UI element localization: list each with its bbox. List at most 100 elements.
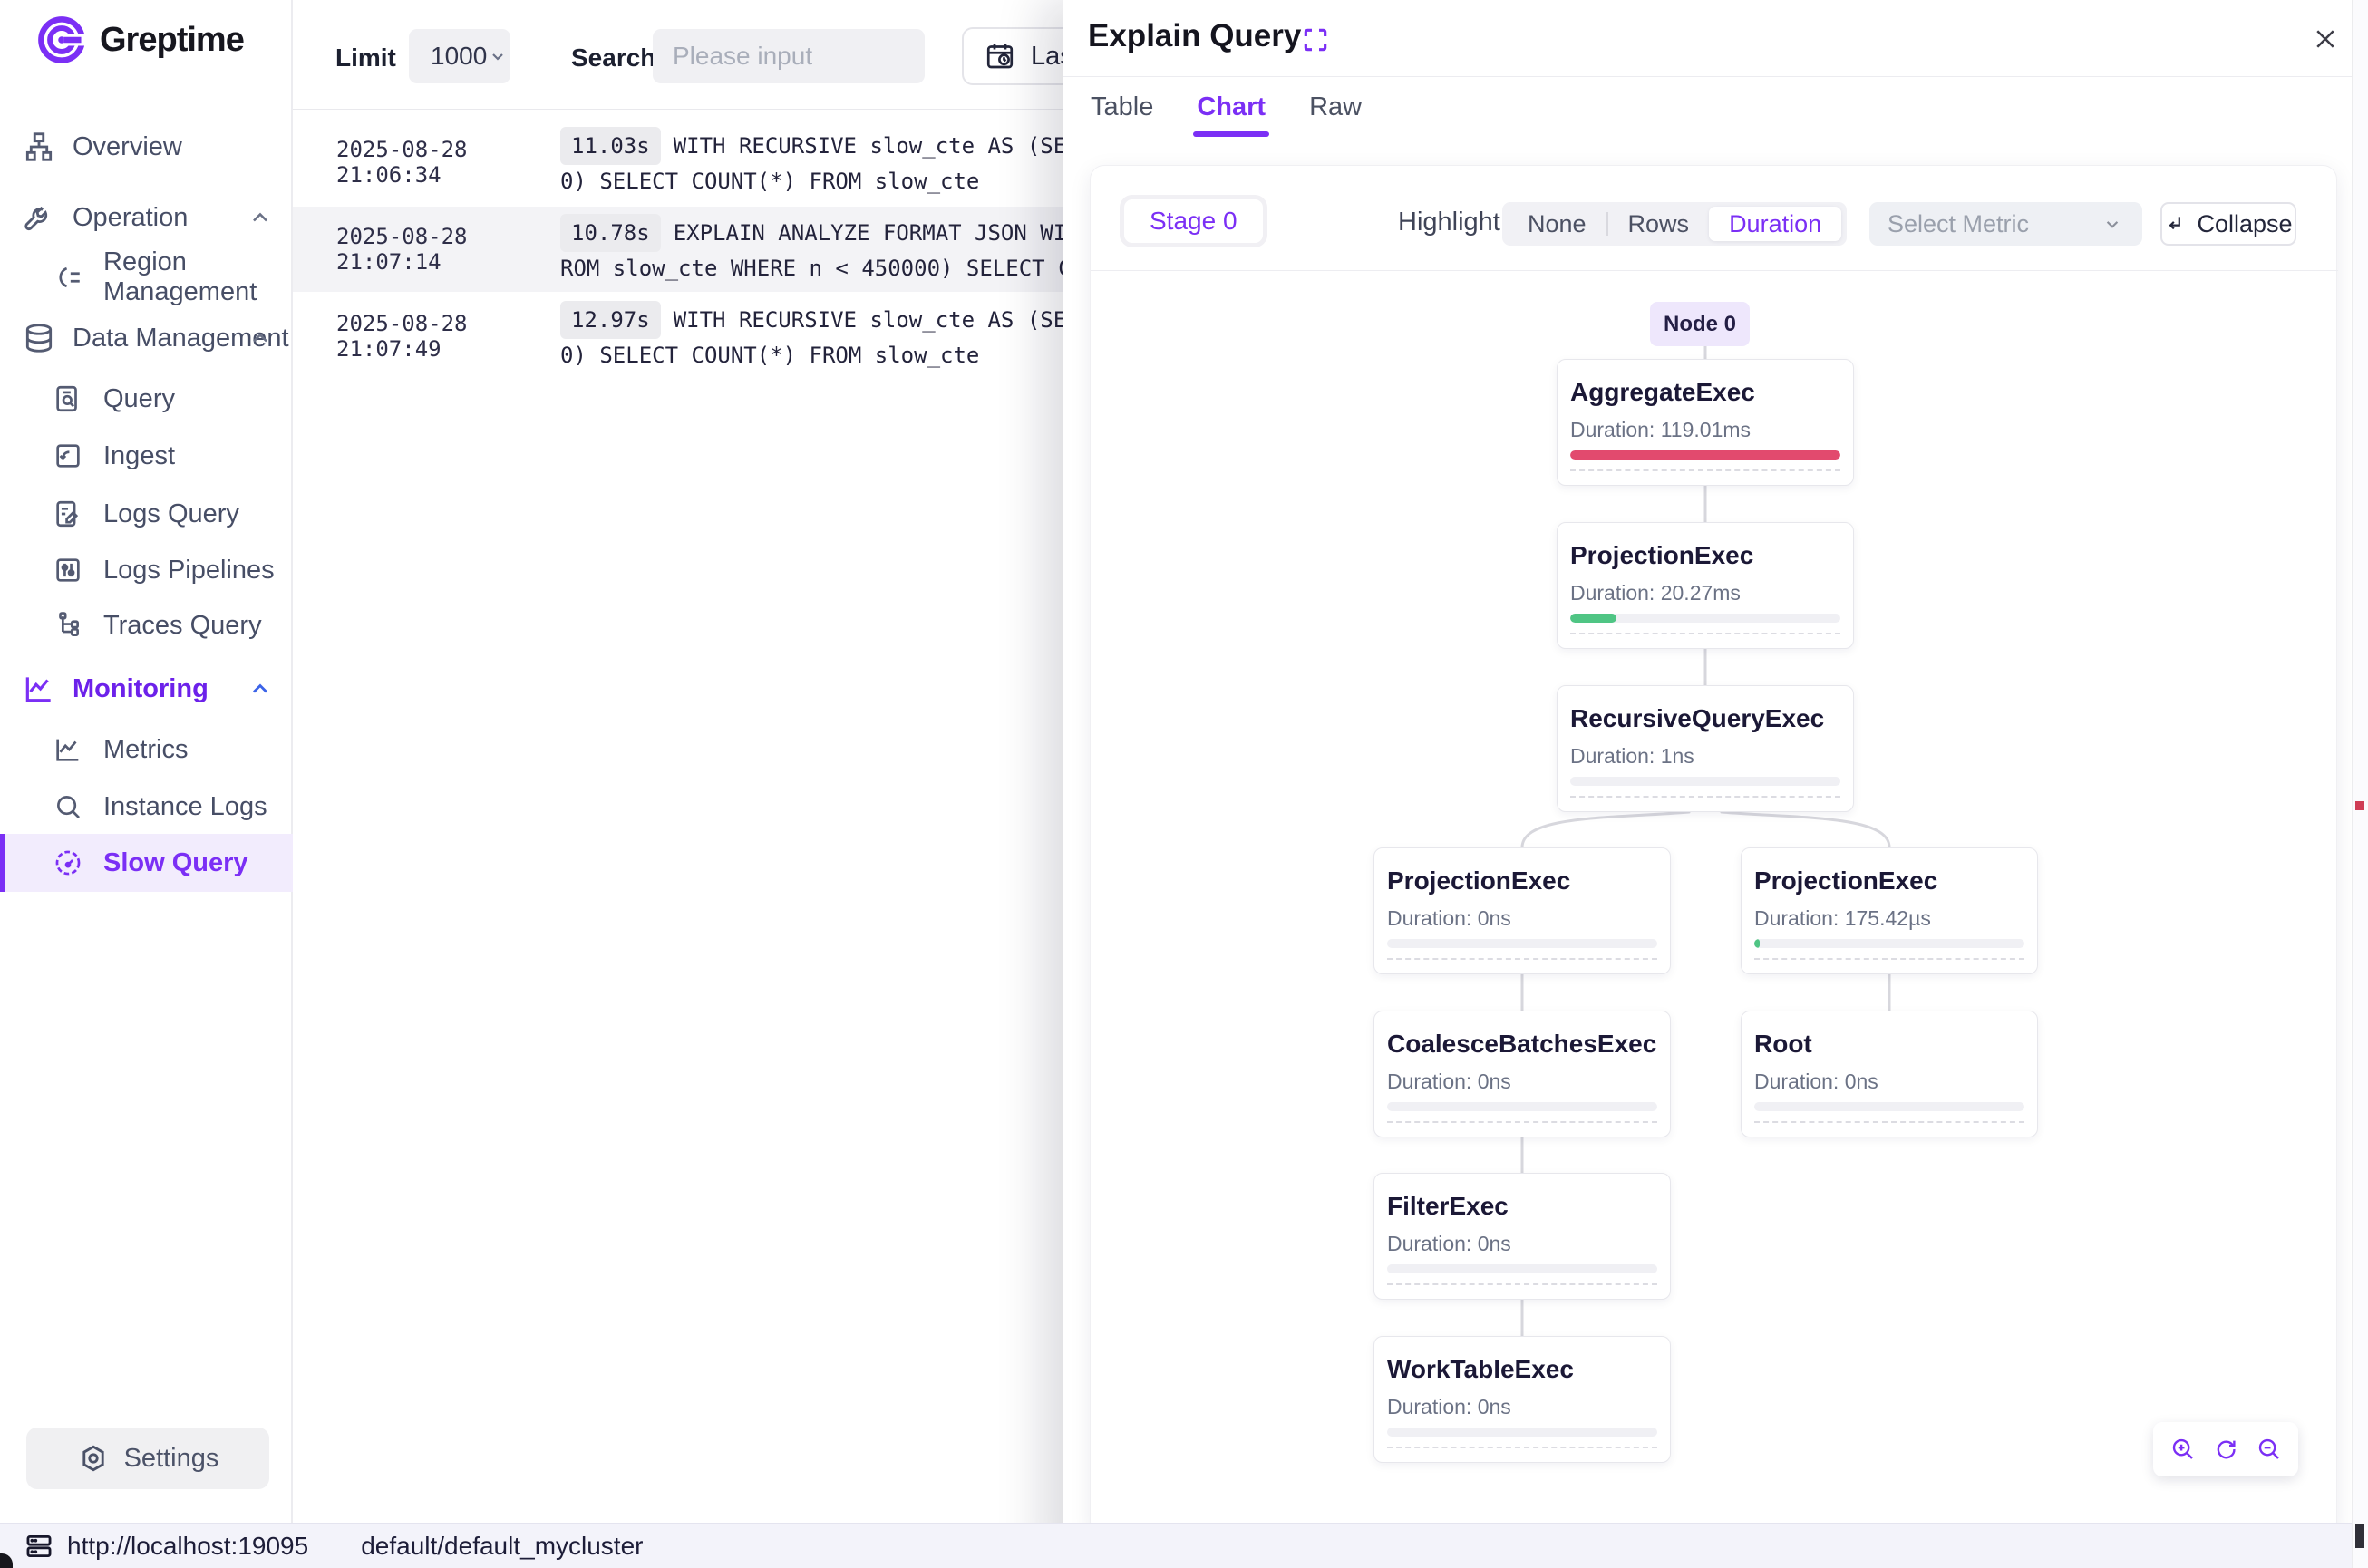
sidebar-item-label: Logs Query: [103, 499, 239, 529]
gear-icon: [77, 1442, 110, 1475]
node-duration: Duration: 0ns: [1754, 1070, 2024, 1094]
sidebar-item-label: Region Management: [103, 247, 293, 307]
page-scrollbar[interactable]: [2352, 0, 2368, 1568]
limit-select[interactable]: 1000: [409, 29, 510, 83]
rows-bar-placeholder: [1754, 958, 2024, 960]
collapse-icon: [2164, 212, 2188, 236]
sidebar-item-label: Traces Query: [103, 611, 262, 641]
node-title: ProjectionExec: [1570, 523, 1840, 570]
highlight-option-duration[interactable]: Duration: [1709, 207, 1841, 241]
tab-chart[interactable]: Chart: [1197, 89, 1266, 125]
scrollbar-mark-red: [2355, 801, 2364, 810]
collapse-button[interactable]: Collapse: [2160, 202, 2296, 246]
highlight-segmented-control: None Rows Duration: [1502, 202, 1847, 246]
node-duration: Duration: 20.27ms: [1570, 581, 1840, 605]
app-logo[interactable]: Greptime: [36, 15, 244, 65]
search-icon: [53, 789, 87, 824]
sidebar-item-instance-logs[interactable]: Instance Logs: [0, 778, 293, 836]
greptime-logo-icon: [36, 15, 87, 65]
sidebar-item-metrics[interactable]: Metrics: [0, 721, 293, 779]
duration-badge: 12.97s: [560, 301, 661, 339]
stage-0-button[interactable]: Stage 0: [1120, 195, 1267, 247]
sliders-icon: [53, 553, 87, 587]
plan-node-projection-exec[interactable]: ProjectionExec Duration: 20.27ms: [1557, 522, 1854, 649]
drawer-divider: [1063, 76, 2368, 77]
metrics-chart-icon: [53, 732, 87, 767]
chevron-up-icon[interactable]: [247, 325, 273, 351]
plan-node-recursive-query-exec[interactable]: RecursiveQueryExec Duration: 1ns: [1557, 685, 1854, 812]
duration-bar-track: [1754, 939, 2024, 948]
ingest-icon: [53, 439, 87, 473]
reset-view-icon[interactable]: [2212, 1436, 2239, 1463]
app-logo-text: Greptime: [100, 21, 244, 60]
node-title: RecursiveQueryExec: [1570, 686, 1840, 733]
duration-bar-track: [1387, 1102, 1657, 1111]
toolbar-divider: [1091, 270, 2338, 271]
sidebar-item-label: Monitoring: [73, 674, 209, 704]
sidebar-item-ingest[interactable]: Ingest: [0, 427, 293, 485]
metric-select[interactable]: Select Metric: [1869, 202, 2142, 246]
duration-bar-track: [1387, 1264, 1657, 1273]
sidebar-item-region-management[interactable]: Region Management: [0, 248, 293, 306]
tab-raw[interactable]: Raw: [1309, 89, 1362, 125]
sidebar-item-logs-pipelines[interactable]: Logs Pipelines: [0, 541, 293, 599]
search-label: Search: [571, 44, 655, 73]
node-title: Root: [1754, 1011, 2024, 1059]
sidebar-item-query[interactable]: Query: [0, 370, 293, 428]
chevron-up-icon[interactable]: [247, 205, 273, 230]
row-sql: 12.97sWITH RECURSIVE slow_cte AS (SELE 0…: [560, 301, 1092, 372]
plan-node-aggregate-exec[interactable]: AggregateExec Duration: 119.01ms: [1557, 359, 1854, 486]
zoom-in-icon[interactable]: [2169, 1436, 2197, 1463]
sidebar-item-label: Ingest: [103, 441, 175, 471]
highlight-option-rows[interactable]: Rows: [1608, 210, 1710, 238]
fullscreen-icon[interactable]: [1301, 25, 1330, 54]
node-title: WorkTableExec: [1387, 1337, 1657, 1384]
row-sql: 10.78sEXPLAIN ANALYZE FORMAT JSON WITH R…: [560, 214, 1092, 285]
trace-tree-icon: [53, 608, 87, 643]
rows-bar-placeholder: [1387, 1283, 1657, 1285]
database-name[interactable]: default/default_mycluster: [361, 1532, 643, 1561]
sidebar-item-data-management[interactable]: Data Management: [0, 309, 293, 367]
sidebar-item-slow-query[interactable]: Slow Query: [0, 834, 293, 892]
rows-bar-placeholder: [1570, 633, 1840, 634]
limit-value: 1000: [431, 42, 487, 71]
sidebar-item-label: Logs Pipelines: [103, 556, 275, 586]
wrench-icon: [22, 200, 56, 235]
explain-query-drawer: Explain Query Table Chart Raw Stage 0 Hi…: [1063, 0, 2368, 1568]
sidebar-item-logs-query[interactable]: Logs Query: [0, 485, 293, 543]
close-icon[interactable]: [2312, 25, 2339, 53]
duration-bar-track: [1570, 614, 1840, 623]
plan-node-projection-exec-left[interactable]: ProjectionExec Duration: 0ns: [1373, 847, 1671, 974]
sidebar-item-operation[interactable]: Operation: [0, 189, 293, 247]
sidebar-item-traces-query[interactable]: Traces Query: [0, 596, 293, 654]
rows-bar-placeholder: [1387, 958, 1657, 960]
node-0-badge: Node 0: [1650, 302, 1750, 346]
rows-bar-placeholder: [1570, 469, 1840, 471]
sidebar-item-overview[interactable]: Overview: [0, 118, 293, 176]
database-icon: [22, 321, 56, 355]
plan-node-root[interactable]: Root Duration: 0ns: [1741, 1011, 2038, 1137]
chevron-down-icon: [2101, 212, 2124, 236]
sidebar-item-label: Overview: [73, 132, 182, 162]
sidebar-item-label: Query: [103, 384, 175, 414]
duration-badge: 11.03s: [560, 127, 661, 165]
sidebar-item-monitoring[interactable]: Monitoring: [0, 660, 293, 718]
plan-node-work-table-exec[interactable]: WorkTableExec Duration: 0ns: [1373, 1336, 1671, 1463]
tab-table[interactable]: Table: [1091, 89, 1153, 125]
duration-badge: 10.78s: [560, 214, 661, 252]
sidebar-item-label: Metrics: [103, 735, 188, 765]
node-duration: Duration: 0ns: [1387, 1232, 1657, 1256]
chevron-up-icon[interactable]: [247, 676, 273, 702]
plan-node-projection-exec-right[interactable]: ProjectionExec Duration: 175.42µs: [1741, 847, 2038, 974]
node-duration: Duration: 0ns: [1387, 906, 1657, 931]
plan-node-filter-exec[interactable]: FilterExec Duration: 0ns: [1373, 1173, 1671, 1300]
limit-label: Limit: [335, 44, 396, 73]
node-duration: Duration: 0ns: [1387, 1395, 1657, 1419]
search-input[interactable]: [653, 29, 925, 83]
settings-button[interactable]: Settings: [26, 1428, 269, 1489]
plan-node-coalesce-batches-exec[interactable]: CoalesceBatchesExec Duration: 0ns: [1373, 1011, 1671, 1137]
node-duration: Duration: 0ns: [1387, 1070, 1657, 1094]
highlight-option-none[interactable]: None: [1508, 210, 1606, 238]
zoom-out-icon[interactable]: [2256, 1436, 2283, 1463]
server-url[interactable]: http://localhost:19095: [67, 1532, 308, 1561]
